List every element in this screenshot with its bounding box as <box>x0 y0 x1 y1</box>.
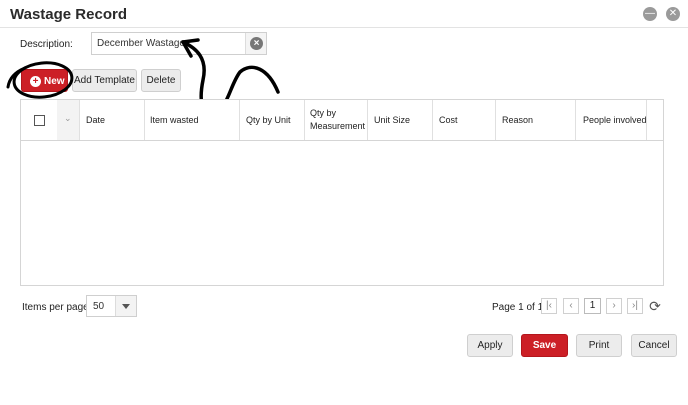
column-divider <box>495 100 496 140</box>
previous-page-button[interactable]: ‹ <box>563 298 579 314</box>
window-title: Wastage Record <box>10 6 127 23</box>
cancel-button[interactable]: Cancel <box>631 334 677 357</box>
column-header-unit-size[interactable]: Unit Size <box>374 114 410 127</box>
minimize-icon[interactable]: — <box>643 7 657 21</box>
caret-down-icon[interactable] <box>122 304 130 309</box>
grid-body <box>21 141 663 285</box>
column-divider <box>367 100 368 140</box>
items-per-page-dropdown-button[interactable] <box>115 296 136 316</box>
column-divider <box>432 100 433 140</box>
column-divider <box>144 100 145 140</box>
column-divider <box>239 100 240 140</box>
expand-column[interactable]: ⌄ <box>57 100 79 140</box>
column-header-qty-by-unit[interactable]: Qty by Unit <box>246 114 291 127</box>
chevron-down-icon[interactable]: ⌄ <box>64 113 72 124</box>
column-header-item-wasted[interactable]: Item wasted <box>150 114 199 127</box>
print-button[interactable]: Print <box>576 334 622 357</box>
wastage-grid: ⌄ Date Item wasted Qty by Unit Qty by Me… <box>20 99 664 286</box>
apply-button[interactable]: Apply <box>467 334 513 357</box>
column-divider <box>304 100 305 140</box>
column-divider <box>79 100 80 140</box>
column-header-qty-by-measurement[interactable]: Qty by Measurement <box>310 107 370 133</box>
title-bar: Wastage Record — ✕ <box>0 0 688 28</box>
last-page-button[interactable]: ›| <box>627 298 643 314</box>
close-icon[interactable]: ✕ <box>666 7 680 21</box>
column-header-date[interactable]: Date <box>86 114 105 127</box>
column-header-people-involved[interactable]: People involved <box>583 114 647 127</box>
column-divider <box>646 100 647 140</box>
items-per-page-label: Items per page: <box>22 302 92 313</box>
select-all-checkbox[interactable] <box>34 115 45 126</box>
page-info: Page 1 of 1 <box>492 302 544 313</box>
save-button[interactable]: Save <box>521 334 568 357</box>
column-header-reason[interactable]: Reason <box>502 114 533 127</box>
next-page-button[interactable]: › <box>606 298 622 314</box>
column-header-cost[interactable]: Cost <box>439 114 458 127</box>
refresh-icon[interactable]: ⟳ <box>647 298 663 314</box>
column-divider <box>575 100 576 140</box>
first-page-button[interactable]: |‹ <box>541 298 557 314</box>
grid-header: ⌄ Date Item wasted Qty by Unit Qty by Me… <box>21 100 663 141</box>
items-per-page-select[interactable]: 50 <box>86 295 137 317</box>
items-per-page-value[interactable]: 50 <box>93 301 104 312</box>
current-page-button[interactable]: 1 <box>584 298 601 314</box>
